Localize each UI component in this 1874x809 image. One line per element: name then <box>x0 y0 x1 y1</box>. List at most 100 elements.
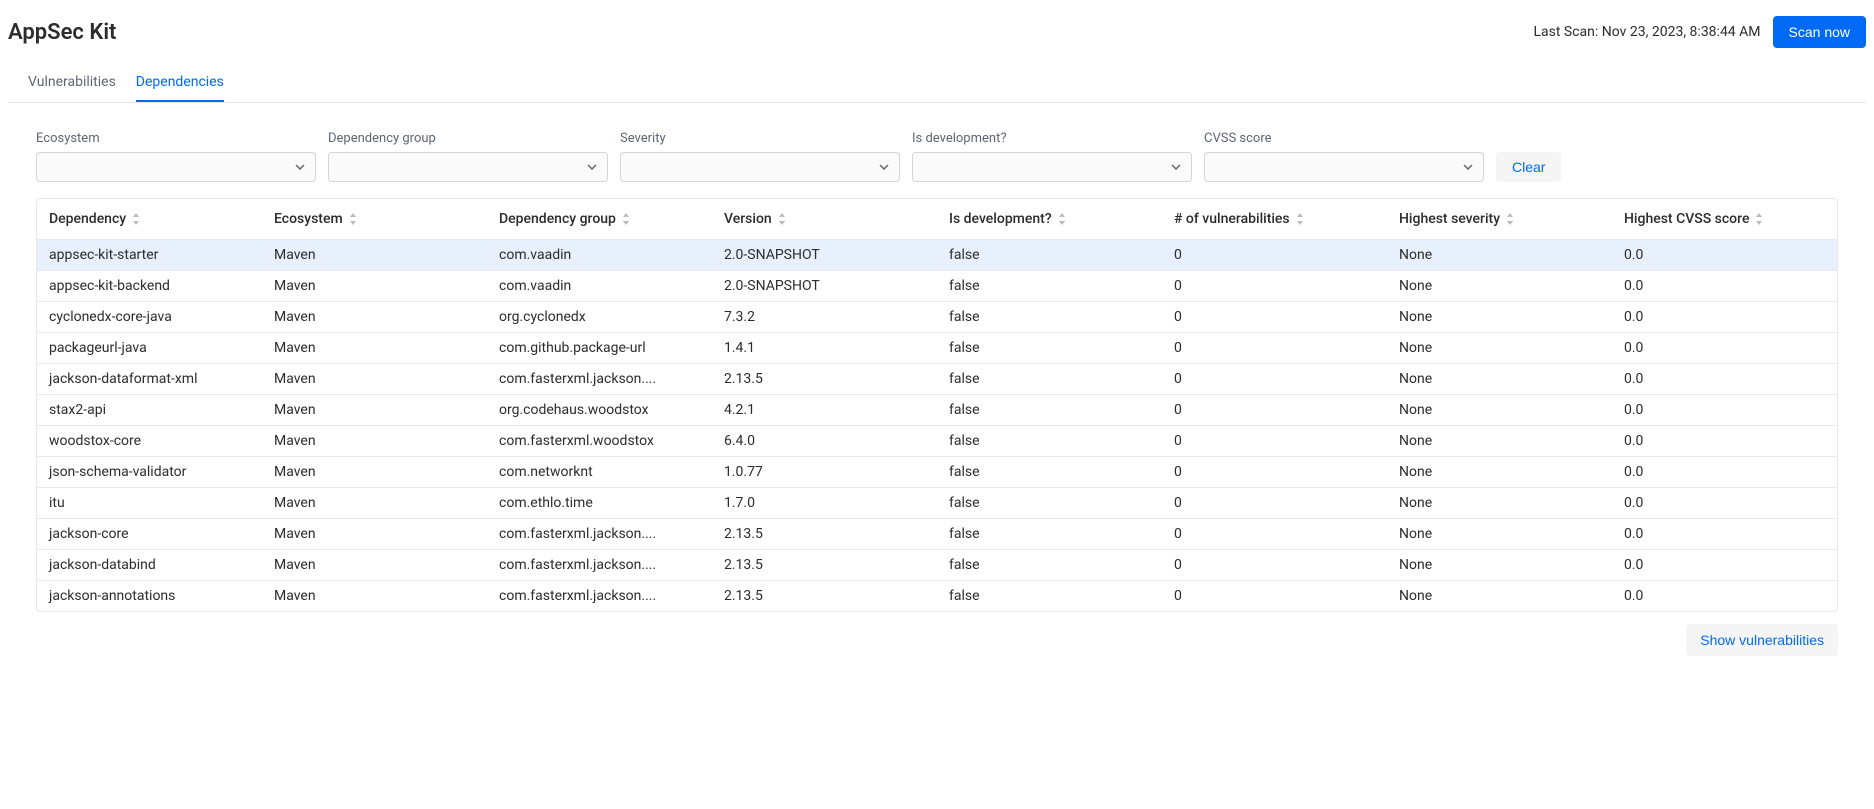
tab-vulnerabilities[interactable]: Vulnerabilities <box>28 64 116 102</box>
cell-is-dev: false <box>937 395 1162 426</box>
col-is-development-label: Is development? <box>949 211 1052 227</box>
table-row[interactable]: packageurl-javaMavencom.github.package-u… <box>37 333 1837 364</box>
col-num-vulnerabilities-label: # of vulnerabilities <box>1174 211 1290 227</box>
filter-is-development-select[interactable] <box>912 152 1192 182</box>
sort-icon <box>1755 213 1763 225</box>
col-ecosystem[interactable]: Ecosystem <box>262 199 487 240</box>
filter-ecosystem-select[interactable] <box>36 152 316 182</box>
cell-group: org.codehaus.woodstox <box>487 395 712 426</box>
col-dependency-group-label: Dependency group <box>499 211 616 227</box>
cell-version: 2.0-SNAPSHOT <box>712 240 937 271</box>
cell-group: com.fasterxml.jackson.... <box>487 550 712 581</box>
chevron-down-icon <box>1171 164 1181 170</box>
cell-dependency: jackson-core <box>37 519 262 550</box>
col-is-development[interactable]: Is development? <box>937 199 1162 240</box>
cell-group: com.vaadin <box>487 240 712 271</box>
cell-version: 2.0-SNAPSHOT <box>712 271 937 302</box>
cell-severity: None <box>1387 581 1612 612</box>
scan-now-button[interactable]: Scan now <box>1773 16 1866 48</box>
table-row[interactable]: jackson-databindMavencom.fasterxml.jacks… <box>37 550 1837 581</box>
cell-group: org.cyclonedx <box>487 302 712 333</box>
col-version-label: Version <box>724 211 772 227</box>
cell-vuln: 0 <box>1162 240 1387 271</box>
cell-dependency: jackson-annotations <box>37 581 262 612</box>
col-ecosystem-label: Ecosystem <box>274 211 343 227</box>
table-row[interactable]: jackson-annotationsMavencom.fasterxml.ja… <box>37 581 1837 612</box>
col-highest-cvss[interactable]: Highest CVSS score <box>1612 199 1837 240</box>
sort-icon <box>778 213 786 225</box>
tab-dependencies[interactable]: Dependencies <box>136 64 224 102</box>
filter-cvss-score-label: CVSS score <box>1204 131 1484 146</box>
col-version[interactable]: Version <box>712 199 937 240</box>
cell-group: com.vaadin <box>487 271 712 302</box>
cell-dependency: packageurl-java <box>37 333 262 364</box>
filter-ecosystem-label: Ecosystem <box>36 131 316 146</box>
cell-ecosystem: Maven <box>262 364 487 395</box>
cell-cvss: 0.0 <box>1612 457 1837 488</box>
sort-icon <box>1058 213 1066 225</box>
sort-icon <box>349 213 357 225</box>
table-row[interactable]: stax2-apiMavenorg.codehaus.woodstox4.2.1… <box>37 395 1837 426</box>
cell-version: 2.13.5 <box>712 550 937 581</box>
table-row[interactable]: woodstox-coreMavencom.fasterxml.woodstox… <box>37 426 1837 457</box>
cell-is-dev: false <box>937 302 1162 333</box>
footer: Show vulnerabilities <box>8 612 1866 656</box>
filter-severity: Severity <box>620 131 900 182</box>
cell-version: 2.13.5 <box>712 581 937 612</box>
cell-is-dev: false <box>937 271 1162 302</box>
cell-severity: None <box>1387 240 1612 271</box>
table-row[interactable]: jackson-dataformat-xmlMavencom.fasterxml… <box>37 364 1837 395</box>
table-row[interactable]: ituMavencom.ethlo.time1.7.0false0None0.0 <box>37 488 1837 519</box>
table-row[interactable]: appsec-kit-backendMavencom.vaadin2.0-SNA… <box>37 271 1837 302</box>
cell-group: com.networknt <box>487 457 712 488</box>
dependencies-table: Dependency Ecosystem Dependency group Ve… <box>36 198 1838 612</box>
cell-severity: None <box>1387 364 1612 395</box>
filter-severity-label: Severity <box>620 131 900 146</box>
cell-severity: None <box>1387 488 1612 519</box>
cell-cvss: 0.0 <box>1612 519 1837 550</box>
filter-ecosystem: Ecosystem <box>36 131 316 182</box>
cell-vuln: 0 <box>1162 488 1387 519</box>
cell-is-dev: false <box>937 364 1162 395</box>
last-scan-text: Last Scan: Nov 23, 2023, 8:38:44 AM <box>1533 24 1760 40</box>
clear-button[interactable]: Clear <box>1496 152 1561 182</box>
cell-is-dev: false <box>937 550 1162 581</box>
show-vulnerabilities-button[interactable]: Show vulnerabilities <box>1686 624 1838 656</box>
cell-group: com.fasterxml.jackson.... <box>487 581 712 612</box>
cell-severity: None <box>1387 333 1612 364</box>
page-title: AppSec Kit <box>8 20 116 45</box>
col-dependency[interactable]: Dependency <box>37 199 262 240</box>
cell-version: 2.13.5 <box>712 364 937 395</box>
cell-version: 2.13.5 <box>712 519 937 550</box>
filter-dependency-group-select[interactable] <box>328 152 608 182</box>
cell-cvss: 0.0 <box>1612 271 1837 302</box>
table-row[interactable]: jackson-coreMavencom.fasterxml.jackson..… <box>37 519 1837 550</box>
col-highest-severity[interactable]: Highest severity <box>1387 199 1612 240</box>
table-row[interactable]: appsec-kit-starterMavencom.vaadin2.0-SNA… <box>37 240 1837 271</box>
filter-dependency-group: Dependency group <box>328 131 608 182</box>
table-row[interactable]: json-schema-validatorMavencom.networknt1… <box>37 457 1837 488</box>
cell-vuln: 0 <box>1162 581 1387 612</box>
cell-is-dev: false <box>937 457 1162 488</box>
filter-severity-select[interactable] <box>620 152 900 182</box>
cell-cvss: 0.0 <box>1612 581 1837 612</box>
cell-group: com.fasterxml.woodstox <box>487 426 712 457</box>
cell-is-dev: false <box>937 519 1162 550</box>
sort-icon <box>622 213 630 225</box>
col-num-vulnerabilities[interactable]: # of vulnerabilities <box>1162 199 1387 240</box>
cell-dependency: jackson-databind <box>37 550 262 581</box>
chevron-down-icon <box>879 164 889 170</box>
cell-dependency: jackson-dataformat-xml <box>37 364 262 395</box>
filter-cvss-score-select[interactable] <box>1204 152 1484 182</box>
cell-vuln: 0 <box>1162 271 1387 302</box>
cell-severity: None <box>1387 426 1612 457</box>
filter-is-development-label: Is development? <box>912 131 1192 146</box>
filter-dependency-group-label: Dependency group <box>328 131 608 146</box>
cell-group: com.fasterxml.jackson.... <box>487 364 712 395</box>
cell-is-dev: false <box>937 240 1162 271</box>
col-dependency-group[interactable]: Dependency group <box>487 199 712 240</box>
table-row[interactable]: cyclonedx-core-javaMavenorg.cyclonedx7.3… <box>37 302 1837 333</box>
cell-ecosystem: Maven <box>262 240 487 271</box>
col-dependency-label: Dependency <box>49 211 126 227</box>
cell-is-dev: false <box>937 333 1162 364</box>
